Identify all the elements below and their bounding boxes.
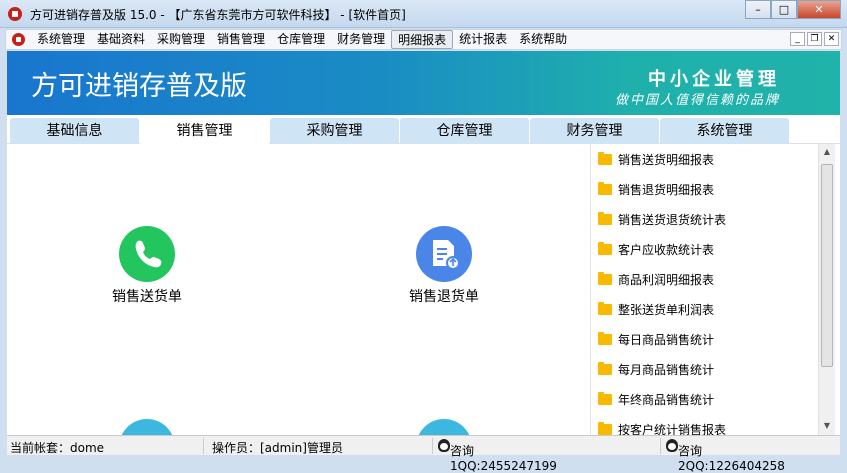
content-area: 销售送货单 销售退货单 销售送货明细报表 销售退货明细报表 销售送货退货统计表 … <box>7 144 840 435</box>
list-item[interactable]: 销售退货明细报表 <box>591 174 818 204</box>
tab-sales[interactable]: 销售管理 <box>140 118 269 144</box>
list-item[interactable]: 每日商品销售统计 <box>591 324 818 354</box>
tab-finance[interactable]: 财务管理 <box>530 118 659 144</box>
tile-icon-partial[interactable] <box>119 419 175 435</box>
list-item-label: 按客户统计销售报表 <box>618 422 727 436</box>
scroll-down-arrow-icon[interactable]: ▼ <box>819 421 835 430</box>
list-item[interactable]: 商品利润明细报表 <box>591 264 818 294</box>
scrollbar-thumb[interactable] <box>821 164 833 367</box>
menu-warehouse[interactable]: 仓库管理 <box>271 30 331 49</box>
list-item[interactable]: 整张送货单利润表 <box>591 294 818 324</box>
list-item[interactable]: 每月商品销售统计 <box>591 354 818 384</box>
current-account: 当前帐套：dome <box>10 441 105 455</box>
mdi-close-button[interactable]: ✕ <box>824 32 839 46</box>
folder-icon <box>598 331 612 345</box>
folder-icon <box>598 391 612 405</box>
minimize-button[interactable]: – <box>745 0 771 19</box>
menu-purchase[interactable]: 采购管理 <box>151 30 211 49</box>
qq-penguin-icon <box>438 439 450 452</box>
list-item-label: 每日商品销售统计 <box>618 332 715 347</box>
menu-system[interactable]: 系统管理 <box>31 30 91 49</box>
list-item-label: 年终商品销售统计 <box>618 392 715 407</box>
menu-stat-reports[interactable]: 统计报表 <box>453 30 513 49</box>
menu-detail-reports[interactable]: 明细报表 <box>391 30 454 49</box>
close-button[interactable]: ✕ <box>797 0 841 19</box>
sales-return-tile[interactable]: 销售退货单 <box>384 226 504 306</box>
list-item-label: 每月商品销售统计 <box>618 362 715 377</box>
folder-icon <box>598 151 612 165</box>
slogan-sub: 做中国人值得信赖的品牌 <box>614 93 780 108</box>
folder-icon <box>598 361 612 375</box>
list-item-label: 销售退货明细报表 <box>618 182 715 197</box>
mdi-minimize-button[interactable]: _ <box>790 32 805 46</box>
maximize-button[interactable]: □ <box>771 0 797 19</box>
menu-basic-data[interactable]: 基础资料 <box>91 30 151 49</box>
tab-purchase[interactable]: 采购管理 <box>270 118 399 144</box>
list-item[interactable]: 客户应收款统计表 <box>591 234 818 264</box>
module-tabs: 基础信息 销售管理 采购管理 仓库管理 财务管理 系统管理 <box>7 115 840 144</box>
app-logo-icon <box>12 33 25 46</box>
folder-icon <box>598 241 612 255</box>
report-list-scrollbar[interactable]: ▲ ▼ <box>818 144 835 435</box>
document-upload-icon <box>416 226 472 282</box>
phone-icon <box>119 226 175 282</box>
tile-label: 销售退货单 <box>409 289 479 305</box>
list-item[interactable]: 销售送货退货统计表 <box>591 204 818 234</box>
qq-penguin-icon <box>666 439 678 452</box>
list-item[interactable]: 销售送货明细报表 <box>591 144 818 174</box>
app-logo-icon <box>8 7 22 21</box>
list-item[interactable]: 年终商品销售统计 <box>591 384 818 414</box>
tab-basic-info[interactable]: 基础信息 <box>10 118 139 144</box>
mdi-restore-button[interactable]: ❐ <box>807 32 822 46</box>
tile-icon-partial[interactable] <box>416 419 472 435</box>
folder-icon <box>598 301 612 315</box>
list-item-label: 整张送货单利润表 <box>618 302 715 317</box>
menu-bar: 系统管理 基础资料 采购管理 销售管理 仓库管理 财务管理 明细报表 统计报表 … <box>5 29 842 50</box>
folder-icon <box>598 271 612 285</box>
folder-icon <box>598 421 612 435</box>
sales-delivery-tile[interactable]: 销售送货单 <box>87 226 207 306</box>
tile-label: 销售送货单 <box>112 289 182 305</box>
qq-contact-1[interactable]: 咨询1QQ:2455247199 <box>450 442 557 473</box>
folder-icon <box>598 211 612 225</box>
folder-icon <box>598 181 612 195</box>
slogan: 中小企业管理 <box>648 69 780 90</box>
title-bar: 方可进销存普及版 15.0 - 【广东省东莞市方可软件科技】 - [软件首页] … <box>0 0 847 28</box>
tab-system[interactable]: 系统管理 <box>660 118 789 144</box>
menu-help[interactable]: 系统帮助 <box>513 30 573 49</box>
list-item-label: 客户应收款统计表 <box>618 242 715 257</box>
menu-finance[interactable]: 财务管理 <box>331 30 391 49</box>
status-bar: 当前帐套：dome 操作员：[admin]管理员 咨询1QQ:245524719… <box>7 435 840 473</box>
list-item-label: 销售送货明细报表 <box>618 152 715 167</box>
list-item[interactable]: 按客户统计销售报表 <box>591 414 818 435</box>
qq-contact-2[interactable]: 咨询2QQ:1226404258 <box>678 442 785 473</box>
window-title: 方可进销存普及版 15.0 - 【广东省东莞市方可软件科技】 - [软件首页] <box>30 8 406 22</box>
scroll-up-arrow-icon[interactable]: ▲ <box>819 147 835 156</box>
menu-sales[interactable]: 销售管理 <box>211 30 271 49</box>
app-name: 方可进销存普及版 <box>31 71 247 102</box>
tab-warehouse[interactable]: 仓库管理 <box>400 118 529 144</box>
banner: 方可进销存普及版 中小企业管理 做中国人值得信赖的品牌 <box>7 51 840 115</box>
report-list: 销售送货明细报表 销售退货明细报表 销售送货退货统计表 客户应收款统计表 商品利… <box>590 144 818 435</box>
list-item-label: 商品利润明细报表 <box>618 272 715 287</box>
operator: 操作员：[admin]管理员 <box>212 441 343 455</box>
list-item-label: 销售送货退货统计表 <box>618 212 727 227</box>
